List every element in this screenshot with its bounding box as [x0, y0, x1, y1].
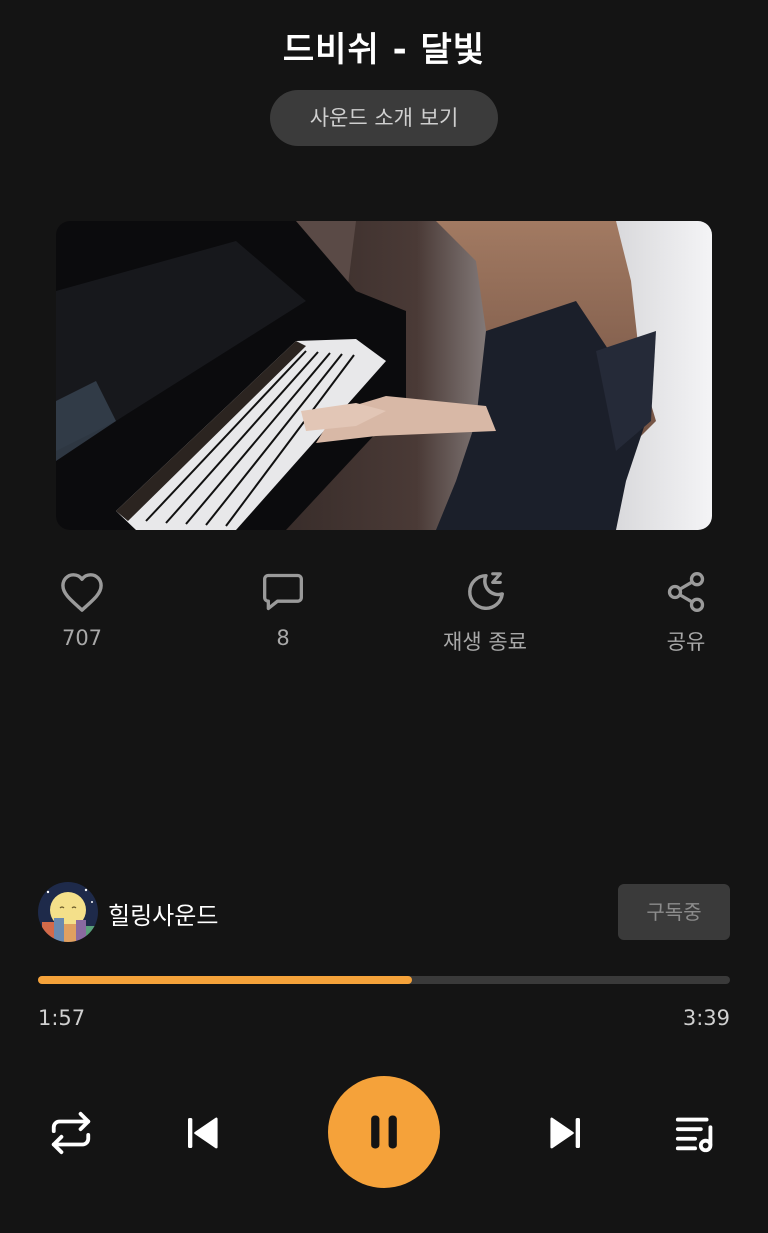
repeat-button[interactable] [42, 1108, 100, 1158]
track-title: 드비쉬 - 달빛 [282, 30, 486, 70]
previous-button[interactable] [176, 1108, 230, 1158]
progress-fill [38, 976, 412, 984]
pause-button[interactable] [328, 1076, 440, 1188]
channel-avatar[interactable] [38, 882, 98, 942]
comment-icon [263, 573, 303, 611]
next-button[interactable] [538, 1108, 592, 1158]
sleep-timer-action[interactable]: 재생 종료 [415, 568, 555, 656]
skip-next-icon [550, 1117, 580, 1149]
share-action[interactable]: 공유 [616, 568, 756, 656]
share-icon [667, 572, 705, 612]
pause-icon [371, 1115, 397, 1149]
comment-action[interactable]: 8 [213, 568, 353, 650]
track-thumbnail [56, 221, 712, 530]
like-action[interactable]: 707 [12, 568, 152, 650]
sleep-timer-label: 재생 종료 [443, 630, 527, 654]
progress-bar[interactable] [38, 976, 730, 984]
repeat-icon [51, 1111, 91, 1155]
skip-previous-icon [188, 1117, 218, 1149]
subscribe-button[interactable]: 구독중 [618, 884, 730, 940]
playlist-button[interactable] [668, 1108, 726, 1158]
comment-count: 8 [276, 626, 290, 650]
total-duration: 3:39 [682, 1006, 730, 1030]
sound-intro-button[interactable]: 사운드 소개 보기 [270, 90, 498, 146]
share-label: 공유 [666, 630, 706, 654]
like-count: 707 [61, 626, 103, 650]
moon-sleep-icon [468, 572, 504, 610]
channel-row: 힐링사운드 구독중 [38, 882, 730, 942]
heart-icon [61, 573, 103, 612]
playlist-icon [675, 1117, 713, 1153]
channel-name[interactable]: 힐링사운드 [108, 896, 218, 931]
elapsed-time: 1:57 [38, 1006, 86, 1030]
